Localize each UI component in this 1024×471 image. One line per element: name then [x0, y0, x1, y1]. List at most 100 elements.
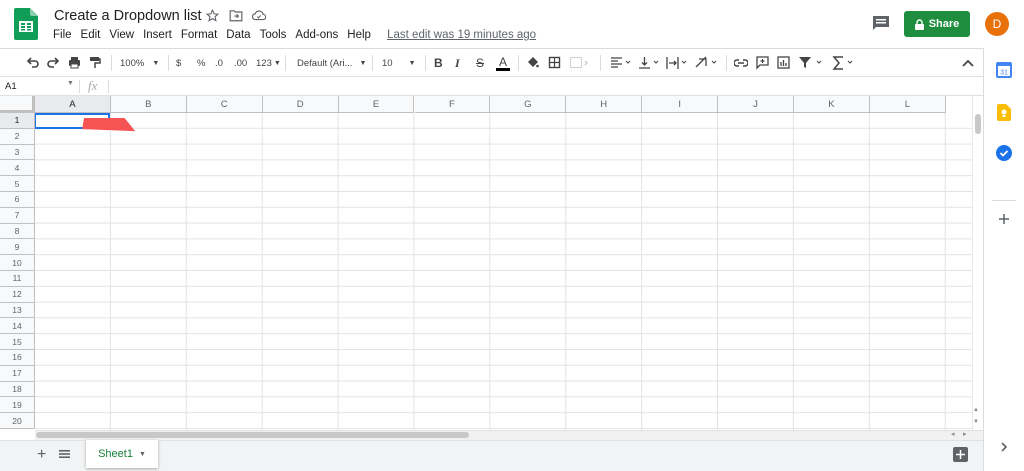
row-header-3[interactable]: 3 [0, 144, 35, 161]
row-header-8[interactable]: 8 [0, 223, 35, 240]
text-color-label: A [498, 54, 507, 69]
borders-icon[interactable] [548, 49, 561, 77]
menu-tools[interactable]: Tools [260, 29, 287, 41]
get-addons-plus-icon[interactable] [998, 213, 1010, 225]
comment-icon[interactable] [872, 15, 890, 31]
vertical-scrollbar[interactable] [972, 96, 983, 430]
explore-icon[interactable] [953, 447, 968, 462]
italic-button[interactable]: I [455, 49, 460, 77]
column-header-j[interactable]: J [718, 96, 794, 113]
paint-format-icon[interactable] [89, 49, 101, 77]
text-rotation-icon[interactable] [694, 49, 718, 77]
select-all-corner[interactable] [0, 96, 35, 113]
currency-format-button[interactable]: $ [176, 49, 181, 77]
share-button[interactable]: Share [904, 11, 970, 37]
name-box[interactable]: A1 [5, 81, 17, 92]
font-family-select[interactable]: Default (Ari... ▼ [297, 49, 366, 77]
increase-decimal-button[interactable]: .00 [234, 49, 247, 77]
decrease-decimal-button[interactable]: .0 [215, 49, 223, 77]
row-header-12[interactable]: 12 [0, 286, 35, 303]
menu-format[interactable]: Format [181, 29, 217, 41]
folder-move-icon[interactable] [229, 9, 243, 22]
insert-chart-icon[interactable] [777, 49, 790, 77]
row-header-7[interactable]: 7 [0, 207, 35, 224]
add-sheet-icon[interactable]: + [37, 446, 46, 464]
horizontal-align-icon[interactable] [610, 49, 632, 77]
scroll-right-icon[interactable]: ▸ [963, 430, 967, 438]
keep-icon[interactable] [997, 104, 1011, 121]
scroll-down-icon[interactable]: ▼ [973, 419, 979, 425]
column-header-g[interactable]: G [490, 96, 567, 113]
row-header-2[interactable]: 2 [0, 128, 35, 145]
document-title[interactable]: Create a Dropdown list [54, 8, 202, 24]
percent-format-button[interactable]: % [197, 49, 205, 77]
tasks-icon[interactable] [996, 145, 1012, 161]
row-header-6[interactable]: 6 [0, 192, 35, 208]
formula-input[interactable] [112, 78, 972, 95]
column-header-d[interactable]: D [262, 96, 339, 113]
scroll-left-icon[interactable]: ◂ [951, 430, 955, 438]
star-icon[interactable] [206, 9, 219, 22]
print-icon[interactable] [68, 49, 81, 77]
all-sheets-icon[interactable] [58, 448, 71, 460]
horizontal-scroll-thumb[interactable] [36, 432, 469, 438]
row-header-14[interactable]: 14 [0, 318, 35, 335]
row-header-16[interactable]: 16 [0, 350, 35, 366]
column-header-c[interactable]: C [186, 96, 263, 113]
zoom-value: 100% [120, 57, 145, 69]
column-header-f[interactable]: F [414, 96, 491, 113]
bold-button[interactable]: B [434, 49, 443, 77]
vertical-align-icon[interactable] [638, 49, 660, 77]
menu-file[interactable]: File [53, 29, 72, 41]
column-header-l[interactable]: L [869, 96, 946, 113]
row-header-10[interactable]: 10 [0, 255, 35, 271]
menu-help[interactable]: Help [347, 29, 371, 41]
column-header-a[interactable]: A [35, 96, 111, 113]
column-header-i[interactable]: I [642, 96, 719, 113]
merge-cells-icon[interactable] [569, 49, 589, 77]
row-header-18[interactable]: 18 [0, 381, 35, 398]
row-header-17[interactable]: 17 [0, 365, 35, 382]
row-header-19[interactable]: 19 [0, 397, 35, 414]
avatar[interactable]: D [985, 12, 1009, 36]
undo-icon[interactable] [26, 49, 39, 77]
sheets-logo-icon[interactable] [14, 8, 38, 40]
column-header-b[interactable]: B [110, 96, 187, 113]
text-wrapping-icon[interactable] [666, 49, 688, 77]
font-size-select[interactable]: 10 ▼ [382, 49, 416, 77]
column-header-e[interactable]: E [338, 96, 415, 113]
column-header-h[interactable]: H [566, 96, 643, 113]
menu-edit[interactable]: Edit [81, 29, 101, 41]
row-header-1[interactable]: 1 [0, 113, 35, 129]
fill-color-icon[interactable] [526, 49, 539, 77]
insert-comment-icon[interactable] [756, 49, 769, 77]
menu-view[interactable]: View [109, 29, 134, 41]
cloud-status-icon[interactable] [252, 9, 266, 22]
scroll-up-icon[interactable]: ▲ [973, 407, 979, 413]
redo-icon[interactable] [47, 49, 60, 77]
row-header-4[interactable]: 4 [0, 160, 35, 177]
row-header-9[interactable]: 9 [0, 239, 35, 256]
row-header-15[interactable]: 15 [0, 334, 35, 350]
zoom-select[interactable]: 100% ▼ [120, 49, 159, 77]
row-header-13[interactable]: 13 [0, 302, 35, 319]
functions-icon[interactable] [832, 49, 856, 77]
collapse-toolbar-icon[interactable] [962, 49, 974, 77]
filter-icon[interactable] [798, 49, 824, 77]
column-header-k[interactable]: K [794, 96, 870, 113]
menu-data[interactable]: Data [226, 29, 250, 41]
last-edit-link[interactable]: Last edit was 19 minutes ago [387, 29, 536, 41]
vertical-scroll-thumb[interactable] [975, 114, 981, 134]
sheet-tab[interactable]: Sheet1 ▼ [86, 440, 158, 468]
row-header-11[interactable]: 11 [0, 271, 35, 287]
text-color-button[interactable]: A [496, 49, 510, 77]
link-icon[interactable] [734, 49, 748, 77]
more-formats-button[interactable]: 123 ▼ [256, 49, 281, 77]
menu-addons[interactable]: Add-ons [295, 29, 338, 41]
strikethrough-button[interactable]: S [476, 49, 484, 77]
row-header-5[interactable]: 5 [0, 176, 35, 192]
row-header-20[interactable]: 20 [0, 413, 35, 429]
menu-insert[interactable]: Insert [143, 29, 172, 41]
calendar-icon[interactable]: 31 [996, 62, 1012, 78]
chevron-right-icon[interactable] [1000, 442, 1008, 452]
